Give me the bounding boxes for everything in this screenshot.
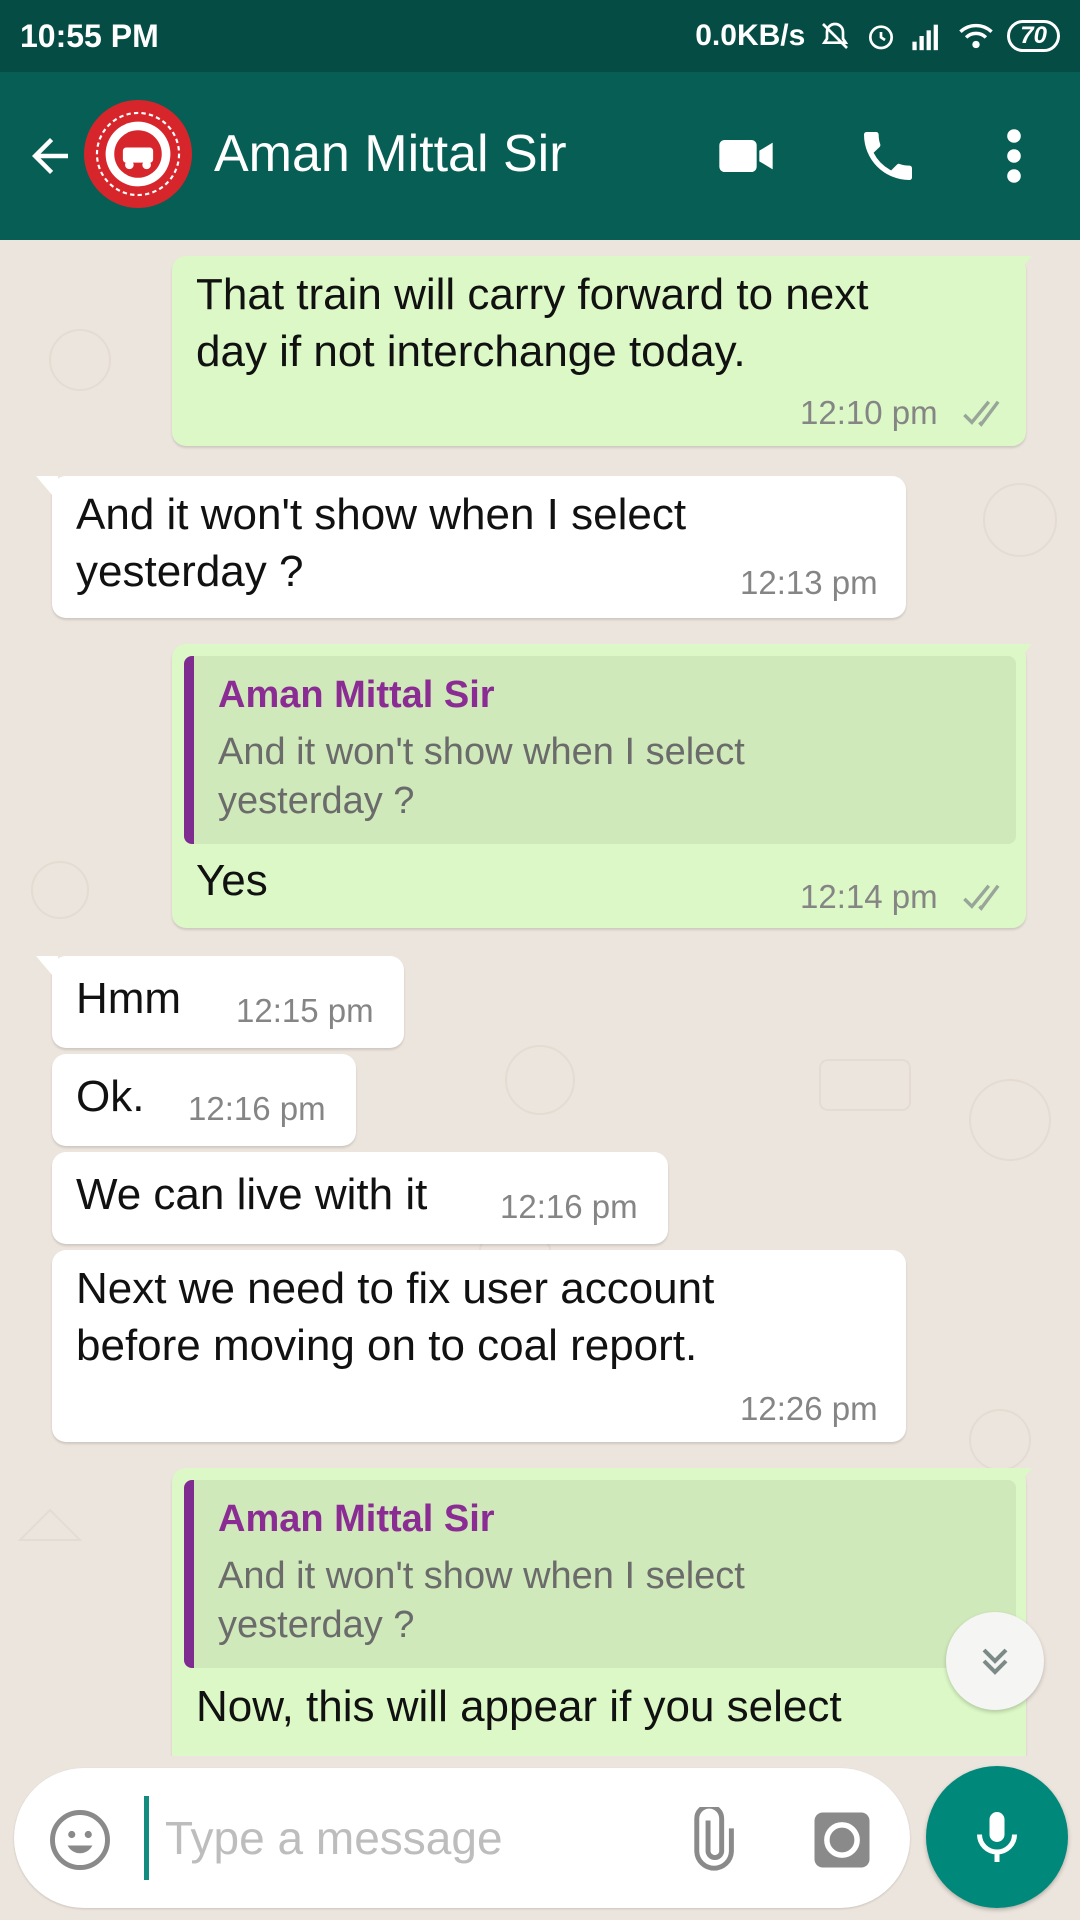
message-text-line: before moving on to coal report. — [76, 1321, 698, 1370]
video-call-icon[interactable] — [706, 116, 786, 196]
network-speed: 0.0KB/s — [695, 19, 806, 52]
chat-area[interactable]: That train will carry forward to next da… — [0, 240, 1080, 1756]
quote-text-line: yesterday ? — [218, 1604, 415, 1646]
message-input[interactable] — [144, 1796, 685, 1880]
quote-author: Aman Mittal Sir — [218, 1498, 495, 1540]
read-ticks-icon — [963, 884, 1000, 911]
incoming-message[interactable]: We can live with it 12:16 pm — [52, 1152, 668, 1244]
incoming-message[interactable]: Ok. 12:16 pm — [52, 1054, 356, 1146]
message-time: 12:16 pm — [188, 1090, 326, 1127]
avatar[interactable] — [84, 100, 192, 208]
quoted-message[interactable]: Aman Mittal Sir And it won't show when I… — [184, 1480, 1016, 1668]
emoji-icon[interactable] — [44, 1804, 116, 1876]
quote-author: Aman Mittal Sir — [218, 674, 495, 716]
composer-bar — [0, 1756, 1080, 1920]
message-text-line: That train will carry forward to next — [196, 270, 869, 319]
incoming-message[interactable]: Hmm 12:15 pm — [36, 956, 404, 1048]
attachment-icon[interactable] — [672, 1802, 748, 1878]
back-arrow-icon[interactable] — [18, 116, 82, 196]
message-time: 12:16 pm — [500, 1188, 638, 1225]
quote-bar — [184, 656, 194, 844]
microphone-icon — [977, 1812, 1017, 1862]
mute-icon — [819, 20, 851, 52]
outgoing-reply-message[interactable]: Aman Mittal Sir And it won't show when I… — [172, 1468, 1032, 1756]
camera-icon[interactable] — [804, 1802, 880, 1878]
message-text-line: Now, this will appear if you select — [196, 1682, 842, 1731]
message-text-line: day if not interchange today. — [196, 327, 746, 376]
more-options-icon[interactable] — [974, 116, 1054, 196]
quote-text-line: yesterday ? — [218, 780, 415, 822]
quote-text-line: And it won't show when I select — [218, 1555, 745, 1597]
alarm-icon — [865, 20, 897, 52]
incoming-message[interactable]: And it won't show when I select yesterda… — [36, 476, 906, 618]
message-text-line: yesterday ? — [76, 547, 304, 596]
quote-text-line: And it won't show when I select — [218, 731, 745, 773]
chat-header: Aman Mittal Sir — [0, 72, 1080, 240]
message-input-container — [14, 1768, 910, 1908]
message-text-line: And it won't show when I select — [76, 490, 687, 539]
status-icons: 0.0KB/s 70 — [695, 19, 1060, 53]
read-ticks-icon — [963, 400, 1000, 427]
message-text-line: Yes — [196, 856, 268, 905]
wifi-icon — [959, 21, 994, 51]
quoted-message[interactable]: Aman Mittal Sir And it won't show when I… — [184, 656, 1016, 844]
message-text-line: Next we need to fix user account — [76, 1264, 715, 1313]
message-time: 12:10 pm — [800, 394, 938, 431]
outgoing-reply-message[interactable]: Aman Mittal Sir And it won't show when I… — [172, 644, 1032, 928]
double-chevron-down-icon — [982, 1648, 1008, 1675]
voice-call-icon[interactable] — [848, 116, 928, 196]
voice-message-button[interactable] — [926, 1766, 1068, 1908]
message-text-line: We can live with it — [76, 1170, 428, 1219]
message-time: 12:14 pm — [800, 878, 938, 915]
message-text-line: Hmm — [76, 974, 182, 1023]
scroll-to-bottom-button[interactable] — [946, 1612, 1044, 1710]
message-text-line: Ok. — [76, 1072, 145, 1121]
signal-icon — [911, 21, 945, 51]
outgoing-message[interactable]: That train will carry forward to next da… — [172, 256, 1032, 446]
status-time: 10:55 PM — [20, 17, 159, 54]
message-time: 12:26 pm — [740, 1390, 878, 1427]
status-bar: 10:55 PM 0.0KB/s 70 — [0, 0, 1080, 72]
message-time: 12:15 pm — [236, 992, 374, 1029]
battery-indicator: 70 — [1007, 20, 1060, 52]
indian-railways-logo-icon — [86, 102, 190, 206]
incoming-message[interactable]: Next we need to fix user account before … — [52, 1250, 906, 1442]
contact-name[interactable]: Aman Mittal Sir — [214, 124, 567, 184]
message-time: 12:13 pm — [740, 564, 878, 601]
quote-bar — [184, 1480, 194, 1668]
